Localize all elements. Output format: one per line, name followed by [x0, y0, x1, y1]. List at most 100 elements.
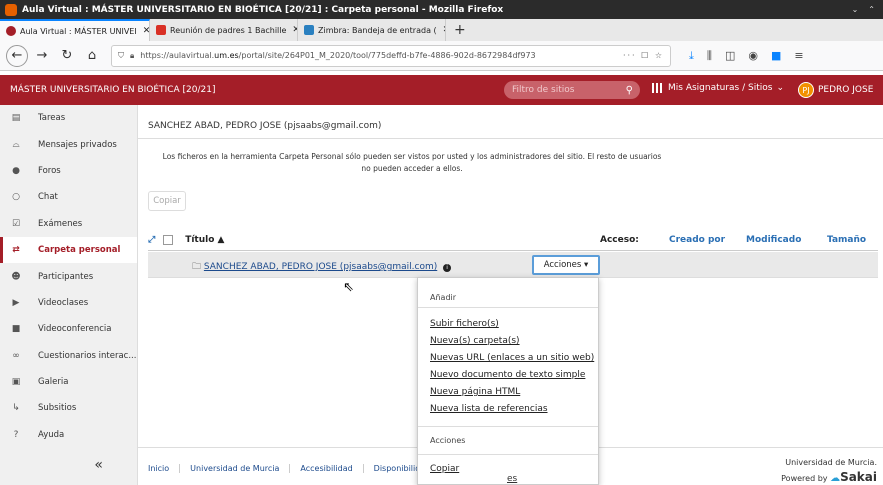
comments-icon: ● — [12, 165, 20, 176]
folder-link[interactable]: SANCHEZ ABAD, PEDRO JOSE (pjsaabs@gmail.… — [204, 262, 437, 272]
grid-icon — [652, 83, 662, 93]
gmail-favicon-icon — [156, 25, 166, 35]
upload-files-item[interactable]: Subir fichero(s) — [418, 316, 598, 333]
close-tab-icon[interactable]: ✕ — [143, 26, 149, 36]
truncated-menu-item[interactable]: es — [507, 474, 517, 484]
sidebar-item-label: Carpeta personal — [38, 245, 121, 256]
actions-dropdown: Añadir Subir fichero(s) Nueva(s) carpeta… — [417, 277, 599, 485]
mouse-cursor-icon: ⇖ — [343, 280, 354, 295]
footer-link-accesibilidad[interactable]: Accesibilidad — [290, 464, 364, 473]
powered-by: Powered by ☁Sakai — [781, 470, 877, 485]
subsite-icon: ↳ — [12, 403, 20, 414]
download-icon[interactable]: ⤓ — [689, 49, 694, 63]
navigation-bar: ← → ↻ ⌂ ⛉ 🔒︎ https://aulavirtual.um.es/p… — [0, 41, 883, 71]
file-icon: ▤ — [11, 113, 21, 124]
url-bar[interactable]: ⛉ 🔒︎ https://aulavirtual.um.es/portal/si… — [111, 44, 671, 67]
image-icon: ▣ — [11, 377, 21, 388]
sidebar-item-tareas[interactable]: ▤ Tareas — [0, 105, 137, 131]
tool-sidebar: ▤ Tareas ⌓ Mensajes privados ● Foros ○ Chat … — [0, 105, 138, 455]
firefox-icon — [5, 3, 17, 16]
collapse-icon[interactable]: « — [94, 457, 103, 473]
folder-entry: 🗀︎ SANCHEZ ABAD, PEDRO JOSE (pjsaabs@gma… — [192, 259, 452, 275]
tab-aula-virtual[interactable]: Aula Virtual : MÁSTER UNIVEI ✕ — [0, 19, 150, 41]
sidebar-icon[interactable]: ◫ — [725, 49, 735, 63]
new-tab-icon[interactable]: + — [446, 19, 474, 41]
sidebar-item-label: Mensajes privados — [38, 139, 117, 150]
site-title[interactable]: MÁSTER UNIVERSITARIO EN BIOÉTICA [20/21] — [10, 85, 215, 95]
minimize-icon[interactable]: ⌄ — [852, 5, 859, 14]
inbox-icon: ⌓ — [12, 139, 20, 150]
user-menu[interactable]: PJ PEDRO JOSE — [798, 82, 873, 98]
sidebar-item-videoclases[interactable]: ▶ Videoclases — [0, 290, 137, 316]
column-access: Acceso: — [600, 234, 639, 245]
my-sites-menu[interactable]: Mis Asignaturas / Sitios ⌄ — [652, 83, 784, 93]
window-titlebar: Aula Virtual : MÁSTER UNIVERSITARIO EN B… — [0, 0, 883, 19]
reload-icon[interactable]: ↻ — [56, 45, 78, 67]
tab-reunion[interactable]: Reunión de padres 1 Bachille ✕ — [150, 19, 298, 41]
new-html-page-item[interactable]: Nueva página HTML — [418, 384, 598, 401]
page-actions[interactable]: ··· ☐ ☆ — [623, 51, 664, 60]
new-folder-item[interactable]: Nueva(s) carpeta(s) — [418, 333, 598, 350]
powered-by-label: Powered by — [781, 474, 828, 483]
quiz-icon: ∞ — [12, 350, 20, 361]
sidebar-item-videoconferencia[interactable]: ■ Videoconferencia — [0, 316, 137, 342]
sidebar-item-galeria[interactable]: ▣ Galeria — [0, 369, 137, 395]
sidebar-item-subsitios[interactable]: ↳ Subsitios — [0, 395, 137, 421]
um-favicon-icon — [6, 26, 16, 36]
window-controls: ⌄ ⌃ — [852, 5, 875, 14]
filter-placeholder: Filtro de sitios — [512, 85, 575, 95]
toolbar-icons: ⤓ ⫼ ◫ ◉ ■ ≡ — [689, 49, 804, 63]
copy-item[interactable]: Copiar — [418, 455, 598, 474]
actions-button[interactable]: Acciones ▾ — [532, 255, 600, 275]
sidebar-item-chat[interactable]: ○ Chat — [0, 184, 137, 210]
column-created-by[interactable]: Creado por — [669, 235, 725, 245]
sidebar-item-label: Exámenes — [38, 218, 83, 229]
menu-icon[interactable]: ≡ — [794, 49, 803, 63]
sidebar-item-participantes[interactable]: ☻ Participantes — [0, 263, 137, 289]
home-icon[interactable]: ⌂ — [81, 45, 103, 67]
avatar: PJ — [798, 82, 814, 98]
add-section-header: Añadir — [418, 278, 598, 308]
help-icon: ? — [13, 429, 19, 440]
table-row: 🗀︎ SANCHEZ ABAD, PEDRO JOSE (pjsaabs@gma… — [148, 252, 878, 278]
library-icon[interactable]: ⫼ — [707, 49, 712, 63]
sakai-logo-icon: ☁ — [830, 473, 841, 484]
sidebar-item-foros[interactable]: ● Foros — [0, 158, 137, 184]
user-name: PEDRO JOSE — [818, 85, 874, 95]
footer-link-um[interactable]: Universidad de Murcia — [180, 464, 291, 473]
users-icon: ☻ — [11, 271, 21, 282]
sidebar-item-label: Ayuda — [38, 429, 65, 440]
column-size[interactable]: Tamaño — [827, 235, 866, 245]
sidebar-item-mensajes[interactable]: ⌓ Mensajes privados — [0, 131, 137, 157]
forward-icon[interactable]: → — [31, 45, 53, 67]
maximize-icon[interactable]: ⌃ — [868, 5, 875, 14]
column-title[interactable]: Título ▲ — [185, 235, 224, 245]
select-all-checkbox[interactable] — [163, 234, 174, 245]
sidebar-item-carpeta-personal[interactable]: ⇄ Carpeta personal — [0, 236, 137, 264]
new-reference-list-item[interactable]: Nueva lista de referencias — [418, 401, 598, 418]
new-url-item[interactable]: Nuevas URL (enlaces a un sitio web) — [418, 350, 598, 367]
search-icon[interactable]: ⚲ — [626, 85, 633, 96]
sidebar-item-label: Foros — [38, 165, 61, 176]
back-icon[interactable]: ← — [6, 44, 28, 67]
new-text-document-item[interactable]: Nuevo documento de texto simple — [418, 367, 598, 384]
tab-label: Aula Virtual : MÁSTER UNIVEI — [20, 26, 137, 36]
sidebar-item-cuestionarios[interactable]: ∞ Cuestionarios interac... — [0, 343, 137, 369]
sidebar-item-ayuda[interactable]: ? Ayuda — [0, 422, 137, 448]
url-text: https://aulavirtual.um.es/portal/site/26… — [140, 51, 536, 60]
tab-zimbra[interactable]: Zimbra: Bandeja de entrada ( ✕ — [298, 19, 446, 41]
owner-heading: SANCHEZ ABAD, PEDRO JOSE (pjsaabs@gmail.… — [138, 113, 883, 139]
sidebar-item-examenes[interactable]: ☑ Exámenes — [0, 211, 137, 237]
expand-icon[interactable]: ⤢ — [148, 235, 155, 245]
owner-name: SANCHEZ ABAD, PEDRO JOSE (pjsaabs@gmail.… — [148, 120, 382, 131]
site-filter-input[interactable]: Filtro de sitios ⚲ — [504, 81, 640, 99]
sidebar-item-label: Participantes — [38, 271, 94, 282]
sidebar-item-label: Chat — [38, 192, 58, 203]
extension-icon[interactable]: ■ — [771, 49, 781, 63]
account-icon[interactable]: ◉ — [748, 49, 758, 63]
tab-label: Zimbra: Bandeja de entrada ( — [318, 25, 437, 35]
copy-button[interactable]: Copiar — [148, 191, 186, 211]
info-icon[interactable]: i — [443, 264, 452, 272]
footer-link-inicio[interactable]: Inicio — [148, 464, 181, 473]
column-modified[interactable]: Modificado — [746, 235, 801, 245]
